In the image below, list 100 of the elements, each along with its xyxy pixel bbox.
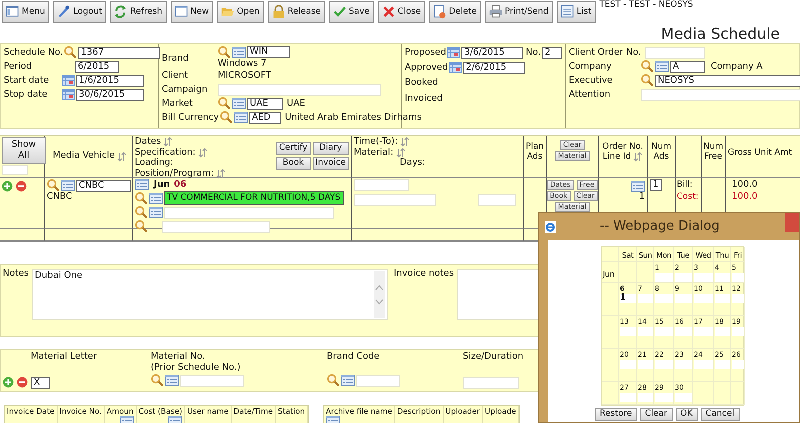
list-icon[interactable]	[165, 375, 179, 386]
days-field[interactable]	[478, 194, 516, 206]
sort-icon[interactable]	[198, 148, 208, 158]
day-input[interactable]	[715, 294, 730, 303]
header-button[interactable]: Invoice	[312, 157, 349, 170]
day-input[interactable]	[715, 327, 730, 336]
search-icon[interactable]	[135, 192, 148, 204]
add-icon[interactable]	[3, 377, 14, 388]
list-icon[interactable]	[135, 179, 149, 190]
sort-icon[interactable]	[633, 152, 644, 162]
search-icon[interactable]	[218, 97, 231, 110]
day-input[interactable]	[638, 393, 653, 402]
filter-field[interactable]	[2, 165, 28, 175]
start-date-field[interactable]: 1/6/2015	[76, 74, 144, 86]
search-icon[interactable]	[135, 206, 148, 219]
campaign-field[interactable]	[218, 84, 381, 96]
size-field[interactable]	[463, 377, 519, 389]
material-letter-field[interactable]: X	[31, 376, 50, 388]
scroll-down-icon[interactable]	[375, 298, 384, 304]
toolbar-button[interactable]: Open	[217, 1, 264, 23]
day-input[interactable]	[620, 393, 636, 402]
company-code-field[interactable]: A	[670, 60, 705, 72]
schedule-number-field[interactable]: 1367	[78, 46, 160, 58]
day-input[interactable]	[655, 393, 673, 402]
dialog-button[interactable]: OK	[676, 408, 698, 421]
search-icon[interactable]	[47, 179, 60, 192]
search-icon[interactable]	[218, 46, 231, 58]
loading-field[interactable]	[164, 206, 334, 218]
sort-icon[interactable]	[396, 148, 406, 158]
remove-icon[interactable]	[16, 181, 27, 192]
dialog-button[interactable]: Restore	[595, 408, 638, 421]
day-input[interactable]	[732, 273, 744, 282]
position-field[interactable]	[162, 220, 270, 232]
currency-code-field[interactable]: AED	[249, 112, 282, 124]
day-input[interactable]	[620, 327, 636, 336]
day-input[interactable]	[638, 294, 653, 303]
day-input[interactable]	[715, 360, 730, 369]
day-input[interactable]: 1	[620, 294, 636, 303]
day-input[interactable]	[675, 393, 692, 402]
search-icon[interactable]	[135, 220, 148, 233]
vehicle-code-field[interactable]: CNBC	[76, 180, 131, 192]
day-input[interactable]	[732, 327, 744, 336]
search-icon[interactable]	[641, 60, 654, 73]
specification-field[interactable]: TV COMMERCIAL FOR NUTRITION,5 DAYS	[164, 191, 344, 205]
search-icon[interactable]	[327, 374, 340, 387]
toolbar-button[interactable]: New	[170, 1, 214, 23]
toolbar-button[interactable]: Release	[268, 1, 326, 23]
day-input[interactable]	[675, 360, 692, 369]
toolbar-button[interactable]: Delete	[429, 1, 481, 23]
num-ads-field[interactable]: 1	[650, 179, 662, 191]
toolbar-button[interactable]: Save	[329, 1, 374, 23]
day-input[interactable]	[675, 273, 692, 282]
client-order-number-field[interactable]	[645, 46, 706, 58]
time-field[interactable]	[354, 179, 409, 191]
add-icon[interactable]	[2, 181, 13, 192]
notes-field[interactable]: Dubai One	[32, 269, 388, 320]
day-input[interactable]	[694, 327, 713, 336]
stop-date-field[interactable]: 30/6/2015	[76, 88, 144, 100]
list-icon[interactable]	[655, 61, 669, 72]
toolbar-button[interactable]: Print/Send	[485, 1, 553, 23]
market-code-field[interactable]: UAE	[247, 98, 283, 110]
day-input[interactable]	[715, 273, 730, 282]
list-icon[interactable]	[232, 46, 246, 58]
brand-code-field[interactable]: WIN	[247, 46, 290, 58]
day-input[interactable]	[675, 294, 692, 303]
list-icon[interactable]	[234, 112, 248, 123]
day-input[interactable]	[655, 294, 673, 303]
day-input[interactable]	[694, 294, 713, 303]
show-all-button[interactable]: Show All	[2, 137, 46, 164]
calendar-icon[interactable]	[62, 75, 75, 86]
attention-field[interactable]	[641, 88, 800, 100]
material-number-field[interactable]	[180, 374, 244, 386]
search-icon[interactable]	[220, 111, 234, 124]
dialog-button[interactable]: Clear	[640, 408, 672, 421]
brand-code-field[interactable]	[356, 374, 400, 386]
day-input[interactable]	[694, 360, 713, 369]
header-button[interactable]: Certify	[276, 142, 311, 155]
calendar-icon[interactable]	[62, 89, 75, 100]
scroll-up-icon[interactable]	[375, 284, 384, 290]
day-input[interactable]	[732, 360, 744, 369]
day-input[interactable]	[638, 360, 653, 369]
period-field[interactable]: 6/2015	[75, 60, 119, 72]
toolbar-button[interactable]: Refresh	[110, 1, 167, 23]
executive-field[interactable]: NEOSYS	[655, 74, 800, 86]
toolbar-button[interactable]: Logout	[53, 1, 106, 23]
sort-icon[interactable]	[216, 168, 226, 179]
day-input[interactable]	[675, 327, 692, 336]
search-icon[interactable]	[151, 374, 164, 387]
header-button[interactable]: Book	[276, 157, 311, 170]
day-input[interactable]	[732, 294, 744, 303]
search-icon[interactable]	[641, 74, 654, 87]
list-icon[interactable]	[232, 98, 246, 109]
list-icon[interactable]	[341, 375, 355, 386]
header-button[interactable]: Diary	[312, 142, 349, 155]
toolbar-button[interactable]: Close	[378, 1, 426, 23]
list-icon[interactable]	[61, 180, 75, 191]
day-input[interactable]	[655, 327, 673, 336]
material-field[interactable]	[354, 194, 436, 206]
sort-icon[interactable]	[163, 137, 174, 148]
toolbar-button[interactable]: Menu	[2, 1, 50, 23]
